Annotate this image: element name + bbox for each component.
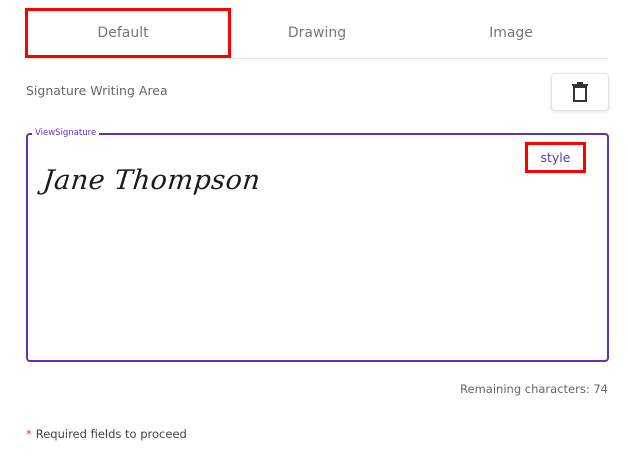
required-note-text: Required fields to proceed [35, 427, 187, 441]
signature-field-legend: ViewSignature [32, 127, 100, 139]
signature-text: Jane Thompson [41, 165, 263, 196]
tab-drawing[interactable]: Drawing [220, 8, 414, 58]
remaining-characters: Remaining characters: 74 [460, 382, 608, 396]
tab-default[interactable]: Default [26, 8, 220, 58]
clear-signature-button[interactable] [551, 73, 609, 111]
trash-icon [572, 82, 588, 102]
signature-mode-tabs: Default Drawing Image [26, 8, 608, 59]
required-fields-note: * Required fields to proceed [26, 427, 187, 441]
style-button[interactable]: style [525, 142, 586, 173]
signature-area-label: Signature Writing Area [26, 83, 168, 98]
tab-image[interactable]: Image [414, 8, 608, 58]
required-star: * [26, 427, 32, 441]
